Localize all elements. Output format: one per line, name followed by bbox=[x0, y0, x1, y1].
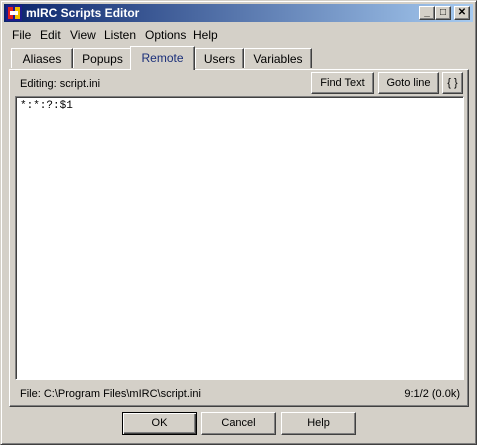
ok-button[interactable]: OK bbox=[122, 412, 197, 435]
menu-edit[interactable]: Edit bbox=[40, 28, 61, 42]
minimize-icon[interactable]: _ bbox=[419, 6, 435, 20]
mirc-app-icon[interactable] bbox=[6, 5, 22, 21]
tab-variables[interactable]: Variables bbox=[244, 48, 312, 68]
cancel-button[interactable]: Cancel bbox=[201, 412, 276, 435]
tab-strip: Aliases Popups Remote Users Variables bbox=[9, 46, 469, 70]
cursor-position-status: 9:1/2 (0.0k) bbox=[404, 388, 460, 400]
menu-listen[interactable]: Listen bbox=[104, 28, 136, 42]
close-icon[interactable]: ✕ bbox=[454, 6, 470, 20]
scripts-editor-window: mIRC Scripts Editor _ □ ✕ File Edit View… bbox=[0, 0, 477, 445]
script-editor[interactable]: *:*:?:$1 bbox=[15, 96, 464, 380]
braces-button[interactable]: { } bbox=[442, 72, 463, 94]
window-title: mIRC Scripts Editor bbox=[26, 6, 140, 20]
editing-label: Editing: script.ini bbox=[20, 78, 101, 90]
file-path-status: File: C:\Program Files\mIRC\script.ini bbox=[20, 388, 201, 400]
menu-file[interactable]: File bbox=[12, 28, 31, 42]
goto-line-button[interactable]: Goto line bbox=[378, 72, 439, 94]
menu-options[interactable]: Options bbox=[145, 28, 186, 42]
title-bar[interactable]: mIRC Scripts Editor _ □ ✕ bbox=[4, 4, 473, 22]
tab-aliases[interactable]: Aliases bbox=[11, 48, 73, 68]
maximize-icon[interactable]: □ bbox=[435, 6, 451, 20]
help-button[interactable]: Help bbox=[281, 412, 356, 435]
menu-view[interactable]: View bbox=[70, 28, 96, 42]
tab-users[interactable]: Users bbox=[195, 48, 244, 68]
remote-panel: Editing: script.ini Find Text Goto line … bbox=[9, 69, 469, 407]
tab-popups[interactable]: Popups bbox=[73, 48, 132, 68]
find-text-button[interactable]: Find Text bbox=[311, 72, 374, 94]
menu-bar: File Edit View Listen Options Help bbox=[4, 25, 473, 44]
menu-help[interactable]: Help bbox=[193, 28, 218, 42]
tab-remote[interactable]: Remote bbox=[130, 46, 195, 70]
